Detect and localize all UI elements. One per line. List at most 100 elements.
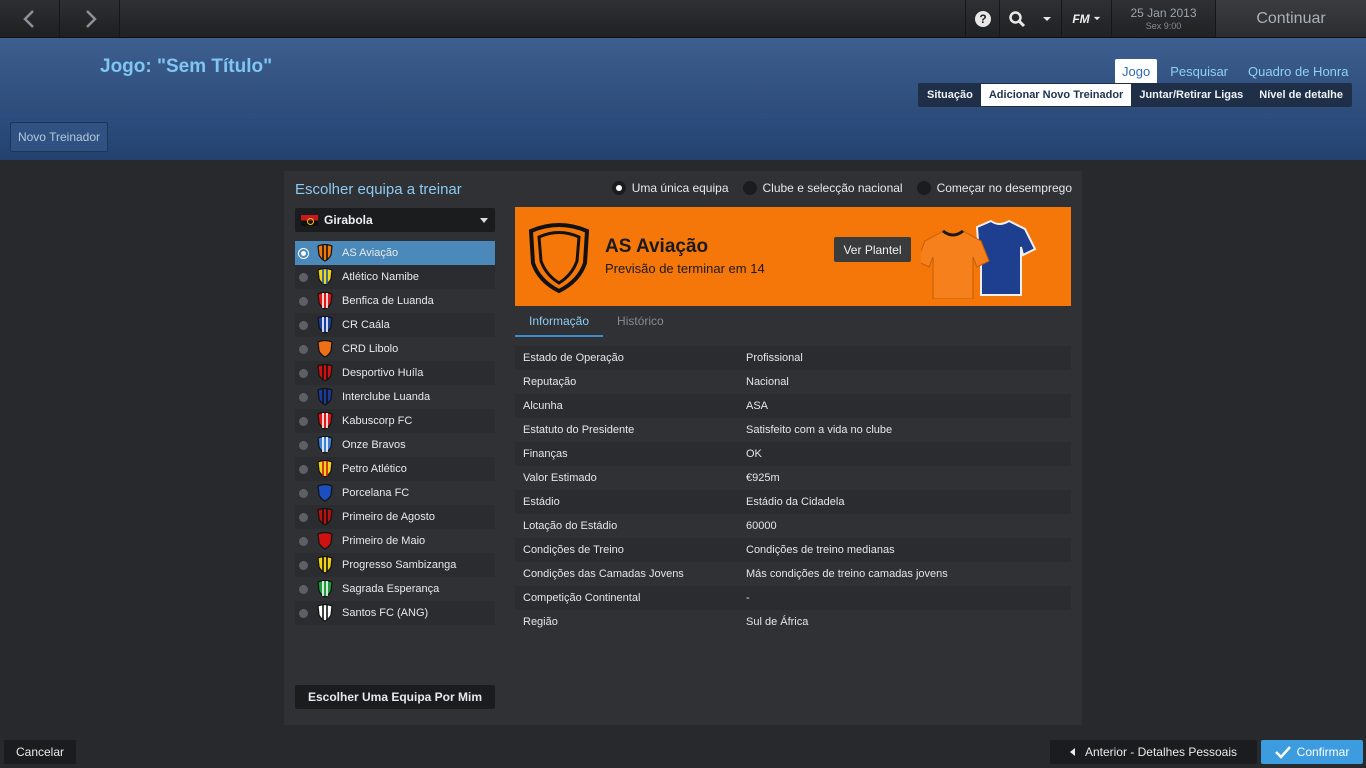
team-list-item[interactable]: Porcelana FC: [295, 481, 495, 505]
team-list-item[interactable]: Benfica de Luanda: [295, 289, 495, 313]
cancel-button[interactable]: Cancelar: [4, 740, 76, 764]
date-text: 25 Jan 2013: [1130, 6, 1197, 20]
choose-for-me-button[interactable]: Escolher Uma Equipa Por Mim: [295, 685, 495, 709]
team-name-label: Interclube Luanda: [342, 391, 431, 403]
info-row: Lotação do Estádio 60000: [515, 514, 1071, 538]
radio-icon: [299, 536, 308, 546]
team-list-item[interactable]: AS Aviação: [295, 241, 495, 265]
team-crest-icon: [317, 484, 333, 502]
team-list-item[interactable]: Interclube Luanda: [295, 385, 495, 409]
svg-text:?: ?: [979, 12, 986, 26]
info-key: Estádio: [523, 496, 560, 508]
info-row: Condições de Treino Condições de treino m…: [515, 538, 1071, 562]
game-date: 25 Jan 2013 Sex 9:00: [1111, 0, 1215, 37]
nav-pesquisar[interactable]: Pesquisar: [1163, 59, 1235, 84]
nav-quadro-de-honra[interactable]: Quadro de Honra: [1241, 59, 1355, 84]
tab-nivel-de-detalhe[interactable]: Nível de detalhe: [1251, 84, 1351, 106]
mode-label: Começar no desemprego: [936, 181, 1072, 195]
team-list-item[interactable]: CRD Libolo: [295, 337, 495, 361]
forward-arrow-icon: [85, 9, 97, 28]
search-button[interactable]: [999, 0, 1033, 37]
continue-button[interactable]: Continuar: [1215, 0, 1366, 37]
team-name-label: Progresso Sambizanga: [342, 559, 457, 571]
team-list-item[interactable]: Atlético Namibe: [295, 265, 495, 289]
league-name: Girabola: [324, 213, 373, 227]
info-key: Região: [523, 616, 558, 628]
info-key: Alcunha: [523, 400, 563, 412]
radio-icon: [742, 181, 757, 195]
previous-button[interactable]: Anterior - Detalhes Pessoais: [1050, 740, 1257, 764]
team-list-item[interactable]: Onze Bravos: [295, 433, 495, 457]
header-nav: Jogo Pesquisar Quadro de Honra: [1109, 59, 1355, 84]
tab-informacao[interactable]: Informação: [515, 310, 604, 337]
team-list: AS Aviação Atlético Namibe Benfica de Luan…: [295, 241, 495, 625]
previous-label: Anterior - Detalhes Pessoais: [1084, 745, 1238, 759]
team-list-item[interactable]: Sagrada Esperança: [295, 577, 495, 601]
team-crest-icon: [317, 436, 333, 454]
team-banner: AS Aviação Previsão de terminar em 14 Ve…: [515, 207, 1071, 306]
info-key: Finanças: [523, 448, 568, 460]
tab-adicionar-novo-treinador[interactable]: Adicionar Novo Treinador: [980, 84, 1132, 106]
mode-label: Uma única equipa: [631, 181, 729, 195]
nav-jogo[interactable]: Jogo: [1115, 59, 1158, 84]
view-squad-button[interactable]: Ver Plantel: [834, 237, 911, 262]
tab-historico[interactable]: Histórico: [603, 310, 678, 337]
radio-icon: [299, 440, 308, 450]
team-list-item[interactable]: Primeiro de Agosto: [295, 505, 495, 529]
team-name-label: Kabuscorp FC: [342, 415, 413, 427]
info-row: Condições das Camadas Jovens Más condiçõe…: [515, 562, 1071, 586]
mode-club-and-nation[interactable]: Clube e selecção nacional: [742, 181, 903, 195]
team-crest-icon: [317, 580, 333, 598]
team-crest-icon: [317, 292, 333, 310]
dropdown-icon: [1043, 16, 1051, 21]
mode-unemployed[interactable]: Começar no desemprego: [916, 181, 1072, 195]
sub-tabs: Situação Adicionar Novo Treinador Juntar…: [918, 83, 1353, 107]
mode-radios: Uma única equipa Clube e selecção nacion…: [611, 181, 1072, 195]
team-list-item[interactable]: Petro Atlético: [295, 457, 495, 481]
radio-icon: [299, 272, 308, 282]
radio-icon: [299, 512, 308, 522]
confirm-button[interactable]: Confirmar: [1261, 740, 1363, 764]
team-list-item[interactable]: Santos FC (ANG): [295, 601, 495, 625]
radio-icon: [299, 392, 308, 402]
top-bar: ? FM 25 Jan 2013 Sex 9:00 Continuar: [0, 0, 1366, 38]
mode-single-team[interactable]: Uma única equipa: [611, 181, 729, 195]
arrow-left-icon: [1069, 748, 1075, 756]
fm-menu-button[interactable]: FM: [1061, 0, 1111, 37]
info-value: 60000: [746, 520, 777, 532]
info-value: OK: [746, 448, 762, 460]
team-crest-icon: [317, 604, 333, 622]
team-list-item[interactable]: Progresso Sambizanga: [295, 553, 495, 577]
search-dropdown[interactable]: [1033, 0, 1061, 37]
team-list-item[interactable]: CR Caála: [295, 313, 495, 337]
info-key: Reputação: [523, 376, 577, 388]
team-crest-icon: [317, 508, 333, 526]
back-button[interactable]: [0, 0, 60, 37]
help-button[interactable]: ?: [965, 0, 999, 37]
info-row: Alcunha ASA: [515, 394, 1071, 418]
checkmark-icon: [1274, 746, 1291, 759]
info-value: -: [746, 592, 750, 604]
team-name-label: Benfica de Luanda: [342, 295, 434, 307]
mode-label: Clube e selecção nacional: [762, 181, 903, 195]
info-row: Reputação Nacional: [515, 370, 1071, 394]
search-icon: [1008, 10, 1025, 27]
radio-icon: [299, 296, 308, 306]
page-title: Jogo: "Sem Título": [100, 56, 273, 77]
toolbar: Novo Treinador: [0, 113, 1366, 160]
team-name-label: Onze Bravos: [342, 439, 406, 451]
confirm-label: Confirmar: [1296, 745, 1350, 759]
tab-situacao[interactable]: Situação: [919, 84, 981, 106]
info-value: Más condições de treino camadas jovens: [746, 568, 948, 580]
team-name-label: CR Caála: [342, 319, 390, 331]
team-list-item[interactable]: Kabuscorp FC: [295, 409, 495, 433]
tab-juntar-retirar-ligas[interactable]: Juntar/Retirar Ligas: [1131, 84, 1251, 106]
team-list-item[interactable]: Desportivo Huíla: [295, 361, 495, 385]
league-select[interactable]: Girabola: [295, 208, 495, 232]
info-table: Estado de Operação Profissional Reputação N…: [515, 346, 1071, 634]
info-row: Finanças OK: [515, 442, 1071, 466]
forward-button[interactable]: [60, 0, 120, 37]
team-list-item[interactable]: Primeiro de Maio: [295, 529, 495, 553]
new-manager-button[interactable]: Novo Treinador: [10, 122, 108, 152]
team-crest-icon: [528, 223, 590, 293]
